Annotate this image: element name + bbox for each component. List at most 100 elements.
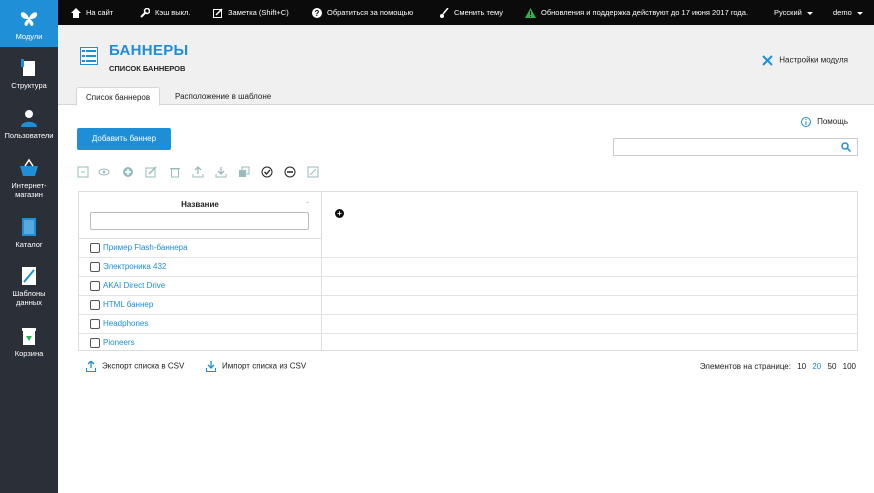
cache-toggle[interactable]: Кэш выкл. [140, 0, 191, 25]
sidebar-item-label: Модули [15, 32, 43, 41]
banner-link[interactable]: HTML баннер [103, 300, 153, 309]
top-bar: На сайт Кэш выкл. Заметка (Shift+C) ? Обр… [58, 0, 874, 25]
banner-link[interactable]: Пример Flash-баннера [103, 243, 188, 252]
settings-icon[interactable] [307, 166, 319, 178]
theme-button[interactable]: Сменить тему [439, 0, 503, 25]
site-link[interactable]: На сайт [71, 0, 113, 25]
user-menu[interactable]: demo [833, 0, 863, 25]
view-icon[interactable] [98, 166, 110, 178]
banner-link[interactable]: Headphones [103, 319, 148, 328]
per-page-option[interactable]: 50 [828, 362, 837, 371]
search-icon[interactable] [841, 142, 851, 152]
table-row: HTML баннер [79, 296, 857, 315]
language-select[interactable]: Русский [774, 0, 813, 25]
open-icon[interactable] [77, 166, 89, 178]
row-checkbox[interactable] [90, 262, 100, 272]
updates-notice[interactable]: Обновления и поддержка действуют до 17 и… [525, 0, 748, 25]
structure-icon [21, 59, 35, 76]
sidebar-item-label: Шаблоны данных [12, 289, 46, 307]
sidebar-item-trash[interactable]: Корзина [0, 326, 58, 358]
chevron-down-icon [856, 11, 863, 15]
row-checkbox[interactable] [90, 281, 100, 291]
copy-icon[interactable] [238, 166, 250, 178]
table-row: Электроника 432 [79, 258, 857, 277]
import-icon [206, 361, 216, 372]
support-button[interactable]: ? Обратиться за помощью [312, 0, 413, 25]
tools-icon [762, 55, 773, 66]
sidebar-item-label: Интернет-магазин [11, 181, 47, 199]
column-title[interactable]: Название [79, 200, 321, 209]
template-icon [22, 267, 36, 285]
table-row: AKAI Direct Drive [79, 277, 857, 296]
export-csv-label: Экспорт списка в CSV [102, 361, 185, 371]
butterfly-icon [20, 12, 38, 26]
row-checkbox[interactable] [90, 243, 100, 253]
note-button[interactable]: Заметка (Shift+C) [213, 0, 289, 25]
module-settings-label: Настройки модуля [779, 55, 848, 65]
search-input[interactable] [614, 139, 834, 155]
sidebar-item-templates[interactable]: Шаблоны данных [0, 266, 58, 307]
wrench-icon [140, 8, 150, 18]
upload-icon[interactable] [192, 166, 204, 178]
sidebar-item-label: Каталог [15, 240, 43, 249]
add-icon[interactable] [122, 166, 134, 178]
activate-icon[interactable] [261, 166, 273, 178]
sidebar-item-users[interactable]: Пользователи [0, 108, 58, 140]
language-label: Русский [774, 8, 802, 17]
question-icon: ? [312, 8, 322, 19]
add-banner-button[interactable]: Добавить баннер [77, 128, 171, 150]
tab-banner-list[interactable]: Список баннеров [76, 87, 161, 106]
search-field [613, 138, 858, 156]
per-page-option[interactable]: 100 [843, 362, 856, 371]
support-label: Обратиться за помощью [327, 8, 414, 17]
tab-template-placement[interactable]: Расположение в шаблоне [166, 87, 280, 106]
chevron-down-icon [806, 11, 813, 15]
banner-list-icon [80, 47, 98, 65]
column-header-name: Название ⌃ [79, 192, 321, 239]
deactivate-icon[interactable] [284, 166, 296, 178]
per-page-selector: Элементов на странице: 10 20 50 100 [696, 362, 856, 371]
row-checkbox[interactable] [90, 300, 100, 310]
banner-table: Название ⌃ + Пример Flash-баннера Электр… [78, 191, 858, 351]
sort-icon[interactable]: ⌃ [305, 201, 310, 208]
banner-link[interactable]: AKAI Direct Drive [103, 281, 165, 290]
table-row: Пример Flash-баннера [79, 239, 857, 258]
delete-icon[interactable] [169, 166, 181, 178]
cache-label: Кэш выкл. [155, 8, 191, 17]
sidebar-item-label: Корзина [14, 349, 44, 358]
brush-icon [440, 8, 449, 19]
page-subtitle: СПИСОК БАННЕРОВ [109, 64, 186, 73]
sidebar-item-structure[interactable]: Структура [0, 58, 58, 90]
export-csv-link[interactable]: Экспорт списка в CSV [86, 361, 184, 372]
edit-icon[interactable] [145, 166, 157, 178]
svg-text:?: ? [315, 9, 320, 18]
help-label: Помощь [817, 117, 848, 127]
per-page-option[interactable]: 10 [797, 362, 806, 371]
page-title: БАННЕРЫ [109, 42, 189, 59]
table-row: Headphones [79, 315, 857, 334]
sidebar-item-modules[interactable]: Модули [0, 0, 58, 47]
help-link[interactable]: Помощь [801, 117, 848, 127]
download-icon[interactable] [215, 166, 227, 178]
sidebar-item-catalog[interactable]: Каталог [0, 217, 58, 249]
banner-link[interactable]: Pioneers [103, 338, 135, 347]
book-icon [22, 218, 36, 236]
user-icon [21, 110, 37, 127]
sidebar-item-label: Пользователи [4, 131, 54, 140]
banner-link[interactable]: Электроника 432 [103, 262, 166, 271]
warning-icon [525, 8, 536, 19]
per-page-option-selected[interactable]: 20 [812, 362, 821, 371]
add-column-icon[interactable]: + [335, 209, 344, 218]
import-csv-label: Импорт списка из CSV [222, 361, 307, 371]
import-csv-link[interactable]: Импорт списка из CSV [206, 361, 306, 372]
sidebar-item-label: Структура [11, 81, 47, 90]
module-settings-link[interactable]: Настройки модуля [762, 55, 848, 66]
row-checkbox[interactable] [90, 338, 100, 348]
table-row: Pioneers [79, 334, 857, 353]
trash-icon [22, 328, 36, 345]
info-icon [801, 117, 812, 127]
name-filter-input[interactable] [90, 212, 309, 230]
sidebar-item-shop[interactable]: Интернет-магазин [0, 158, 58, 199]
row-checkbox[interactable] [90, 319, 100, 329]
theme-label: Сменить тему [454, 8, 504, 17]
